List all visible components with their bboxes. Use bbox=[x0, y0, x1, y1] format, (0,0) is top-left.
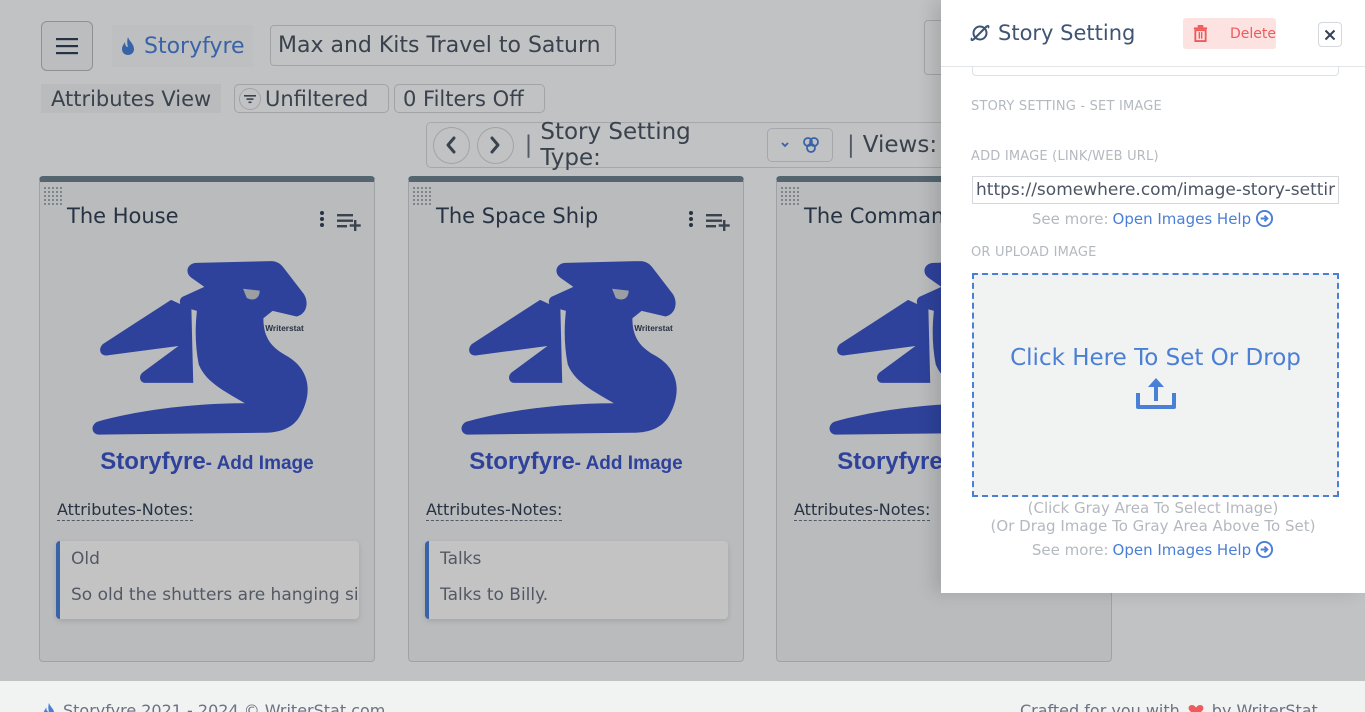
add-image-caption[interactable]: Storyfyre- Add Image bbox=[409, 448, 743, 476]
see-more-prefix: See more: bbox=[1031, 540, 1109, 559]
separator: | bbox=[847, 132, 855, 158]
logo-brand-text: Storyfyre bbox=[469, 448, 575, 475]
menu-button[interactable] bbox=[41, 21, 93, 71]
trash-icon bbox=[1193, 25, 1208, 42]
card-title: The Space Ship bbox=[436, 204, 599, 228]
type-label: Story Setting Type: bbox=[540, 119, 691, 171]
delete-label: Delete bbox=[1230, 25, 1276, 42]
footer-credit-suffix[interactable]: by WriterStat bbox=[1212, 701, 1318, 712]
logo-watermark: Writerstat bbox=[634, 323, 673, 333]
image-url-input[interactable] bbox=[972, 176, 1339, 204]
story-setting-card[interactable]: The Space Ship Writerstat Storyfyre- Add… bbox=[408, 176, 744, 662]
note-body: Talks to Billy. bbox=[440, 585, 549, 605]
arrow-circle-right-icon[interactable] bbox=[1255, 540, 1274, 559]
open-images-help-link[interactable]: Open Images Help bbox=[1113, 210, 1252, 228]
footer-credit: Crafted for you with by WriterStat bbox=[1020, 701, 1318, 712]
playlist-add-icon[interactable] bbox=[705, 211, 731, 231]
heart-icon bbox=[1188, 704, 1204, 712]
story-setting-card[interactable]: The House Writerstat Storyfyre- Add Imag… bbox=[39, 176, 375, 662]
notes-label: Attributes-Notes: bbox=[794, 500, 931, 521]
see-more-prefix: See more: bbox=[1031, 209, 1109, 228]
set-image-heading: STORY SETTING - SET IMAGE bbox=[971, 99, 1162, 114]
delete-button[interactable]: Delete bbox=[1183, 18, 1276, 49]
story-setting-panel: STORY SETTING - SET IMAGE ADD IMAGE (LIN… bbox=[941, 0, 1365, 593]
playlist-add-icon[interactable] bbox=[336, 211, 362, 231]
filter-icon bbox=[239, 87, 261, 110]
note-block[interactable]: Old So old the shutters are hanging si bbox=[56, 541, 359, 619]
chevron-left-icon bbox=[446, 136, 456, 154]
close-icon bbox=[1324, 29, 1336, 40]
project-title[interactable]: Max and Kits Travel to Saturn bbox=[270, 25, 616, 66]
flame-icon bbox=[122, 37, 134, 55]
chevron-right-icon bbox=[490, 136, 500, 154]
next-button[interactable] bbox=[476, 126, 514, 164]
more-options-icon[interactable] bbox=[318, 210, 326, 228]
arrow-circle-right-icon[interactable] bbox=[1255, 209, 1274, 228]
hamburger-icon bbox=[56, 38, 78, 55]
close-button[interactable] bbox=[1318, 22, 1342, 47]
upload-label: OR UPLOAD IMAGE bbox=[971, 245, 1097, 260]
card-title: The House bbox=[67, 204, 179, 228]
footer-credit-prefix: Crafted for you with bbox=[1020, 701, 1180, 712]
see-more-row: See more: Open Images Help bbox=[941, 540, 1365, 559]
brand-link[interactable]: Storyfyre bbox=[112, 25, 253, 67]
hint-click: (Click Gray Area To Select Image) bbox=[1027, 499, 1279, 517]
dragon-logo-image[interactable]: Writerstat bbox=[88, 248, 328, 444]
cluster-icon bbox=[803, 137, 820, 153]
drag-handle-icon[interactable] bbox=[412, 186, 432, 206]
flame-icon bbox=[43, 702, 55, 712]
logo-suffix-text: - Add Image bbox=[205, 453, 314, 474]
drag-handle-icon[interactable] bbox=[43, 186, 63, 206]
more-options-icon[interactable] bbox=[687, 210, 695, 228]
notes-label: Attributes-Notes: bbox=[426, 500, 563, 521]
view-label: Attributes View bbox=[41, 84, 222, 113]
drag-handle-icon[interactable] bbox=[780, 186, 800, 206]
footer: Storyfyre 2021 - 2024 © WriterStat.com C… bbox=[0, 681, 1365, 712]
panel-title: Story Setting bbox=[970, 21, 1135, 45]
notes-label: Attributes-Notes: bbox=[57, 500, 194, 521]
card-title: The Commanc bbox=[804, 204, 956, 228]
planet-icon bbox=[970, 24, 990, 42]
footer-copyright: Storyfyre 2021 - 2024 © WriterStat.com bbox=[41, 701, 385, 712]
type-select[interactable] bbox=[767, 128, 834, 162]
note-block[interactable]: Talks Talks to Billy. bbox=[425, 541, 728, 619]
image-drop-zone[interactable]: Click Here To Set Or Drop bbox=[972, 273, 1339, 497]
card-toolbar: | Story Setting Type: | Views: bbox=[426, 119, 966, 171]
open-images-help-link[interactable]: Open Images Help bbox=[1113, 541, 1252, 559]
previous-button[interactable] bbox=[433, 126, 470, 164]
logo-watermark: Writerstat bbox=[265, 323, 304, 333]
brand-name: Storyfyre bbox=[144, 33, 245, 59]
upload-icon bbox=[1135, 378, 1176, 409]
note-title: Talks bbox=[440, 549, 482, 569]
footer-copyright-text[interactable]: Storyfyre 2021 - 2024 © WriterStat.com bbox=[63, 701, 385, 712]
filters-off-button[interactable]: 0 Filters Off bbox=[394, 84, 545, 113]
views-label: Views: bbox=[862, 132, 938, 158]
logo-brand-text: Storyfyre bbox=[837, 448, 943, 475]
note-title: Old bbox=[71, 549, 100, 569]
drop-zone-text: Click Here To Set Or Drop bbox=[1010, 345, 1301, 371]
chevron-down-icon bbox=[781, 142, 789, 148]
hint-drag: (Or Drag Image To Gray Area Above To Set… bbox=[990, 517, 1316, 535]
panel-header: Story Setting Delete bbox=[941, 0, 1365, 67]
add-image-caption[interactable]: Storyfyre- Add Image bbox=[40, 448, 374, 476]
add-image-label: ADD IMAGE (LINK/WEB URL) bbox=[971, 149, 1159, 164]
panel-title-text: Story Setting bbox=[998, 21, 1136, 45]
logo-suffix-text: - Add Image bbox=[574, 453, 683, 474]
separator: | bbox=[524, 132, 533, 158]
unfiltered-label: Unfiltered bbox=[265, 86, 369, 111]
logo-brand-text: Storyfyre bbox=[100, 448, 206, 475]
see-more-row: See more: Open Images Help bbox=[941, 209, 1365, 228]
dragon-logo-image[interactable]: Writerstat bbox=[457, 248, 697, 444]
unfiltered-filter-button[interactable]: Unfiltered bbox=[234, 84, 389, 113]
note-body: So old the shutters are hanging si bbox=[71, 585, 359, 605]
